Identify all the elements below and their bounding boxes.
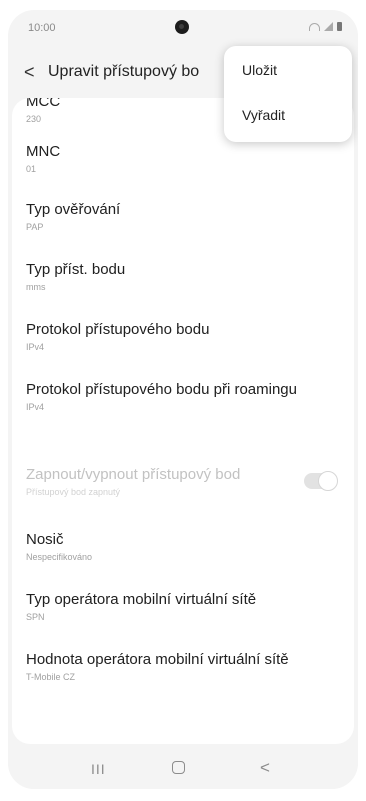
setting-mvno-type[interactable]: Typ operátora mobilní virtuální sítě SPN bbox=[26, 590, 336, 623]
setting-title: MNC bbox=[26, 143, 61, 160]
setting-value: Nespecifikováno bbox=[26, 552, 93, 562]
status-time: 10:00 bbox=[28, 22, 56, 34]
setting-value: T-Mobile CZ bbox=[26, 672, 76, 682]
phone-frame: 10:00 < Upravit přístupový bo MCC 230 MN… bbox=[0, 0, 366, 801]
setting-value: mms bbox=[26, 282, 46, 292]
settings-list: MCC 230 MNC 01 Typ ověřování PAP Typ pří… bbox=[12, 98, 354, 744]
setting-apn-type[interactable]: Typ příst. bodu mms bbox=[26, 260, 336, 293]
signal-icon bbox=[324, 22, 333, 31]
setting-auth-type[interactable]: Typ ověřování PAP bbox=[26, 200, 336, 233]
overflow-menu: Uložit Vyřadit bbox=[224, 46, 352, 142]
battery-icon bbox=[337, 22, 342, 31]
back-icon[interactable]: < bbox=[260, 758, 270, 778]
apn-enable-toggle bbox=[304, 471, 338, 491]
navigation-bar: III < bbox=[8, 749, 358, 789]
status-icons bbox=[309, 22, 342, 31]
discard-menu-item[interactable]: Vyřadit bbox=[242, 107, 285, 123]
setting-title: Typ ověřování bbox=[26, 201, 121, 218]
setting-value: SPN bbox=[26, 612, 45, 622]
setting-title: Typ operátora mobilní virtuální sítě bbox=[26, 591, 257, 608]
setting-title: Nosič bbox=[26, 531, 64, 548]
front-camera-icon bbox=[175, 20, 189, 34]
recent-apps-icon[interactable]: III bbox=[91, 761, 106, 777]
setting-value: 01 bbox=[26, 164, 37, 174]
setting-title: Protokol přístupového bodu bbox=[26, 321, 210, 338]
setting-title: Zapnout/vypnout přístupový bod bbox=[26, 466, 241, 483]
setting-mvno-value[interactable]: Hodnota operátora mobilní virtuální sítě… bbox=[26, 650, 336, 683]
setting-title: Typ příst. bodu bbox=[26, 261, 126, 278]
page-title: Upravit přístupový bo bbox=[48, 63, 200, 80]
setting-bearer[interactable]: Nosič Nespecifikováno bbox=[26, 530, 336, 563]
screen: 10:00 < Upravit přístupový bo MCC 230 MN… bbox=[8, 10, 358, 789]
setting-value: Přístupový bod zapnutý bbox=[26, 487, 121, 497]
setting-value: PAP bbox=[26, 222, 44, 232]
setting-title: Protokol přístupového bodu při roamingu bbox=[26, 381, 297, 398]
status-bar: 10:00 bbox=[8, 10, 358, 44]
setting-value: IPv4 bbox=[26, 402, 45, 412]
save-menu-item[interactable]: Uložit bbox=[242, 62, 277, 78]
setting-roaming-protocol[interactable]: Protokol přístupového bodu při roamingu … bbox=[26, 380, 336, 413]
home-icon[interactable] bbox=[172, 761, 185, 774]
back-arrow-icon[interactable]: < bbox=[24, 62, 35, 82]
wifi-icon bbox=[309, 22, 320, 31]
setting-value: IPv4 bbox=[26, 342, 45, 352]
setting-apn-protocol[interactable]: Protokol přístupového bodu IPv4 bbox=[26, 320, 336, 353]
setting-apn-enable: Zapnout/vypnout přístupový bod Přístupov… bbox=[26, 465, 336, 498]
setting-mnc[interactable]: MNC 01 bbox=[26, 142, 336, 175]
setting-title: Hodnota operátora mobilní virtuální sítě bbox=[26, 651, 289, 668]
